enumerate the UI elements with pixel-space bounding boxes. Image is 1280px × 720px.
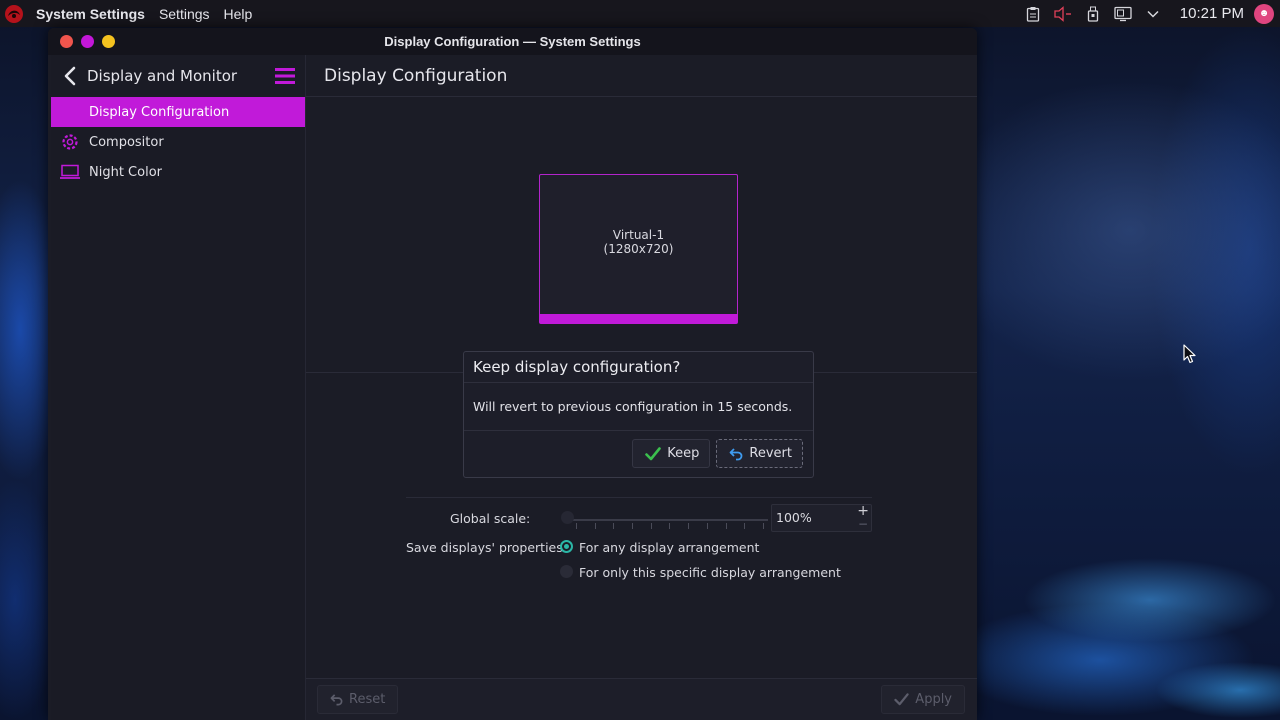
sidebar-item-night-color[interactable]: Night Color bbox=[51, 157, 305, 187]
sidebar-item-display-configuration[interactable]: Display Configuration bbox=[51, 97, 305, 127]
menu-help[interactable]: Help bbox=[224, 6, 253, 22]
global-scale-spinbox[interactable]: 100% + − bbox=[771, 504, 872, 532]
display-icon bbox=[51, 105, 89, 119]
radio-specific-arrangement[interactable] bbox=[560, 565, 573, 578]
apply-button[interactable]: Apply bbox=[881, 685, 965, 714]
display-arrangement-area: Virtual-1 (1280x720) bbox=[306, 97, 977, 373]
global-scale-slider-handle[interactable] bbox=[561, 511, 574, 524]
dialog-title: Keep display configuration? bbox=[464, 352, 813, 383]
main-panel: Display Configuration Virtual-1 (1280x72… bbox=[306, 55, 977, 720]
plus-icon[interactable]: + bbox=[857, 504, 869, 518]
user-avatar-icon[interactable]: ☻ bbox=[1254, 3, 1274, 24]
sidebar-item-compositor[interactable]: Compositor bbox=[51, 127, 305, 157]
keep-button[interactable]: Keep bbox=[632, 439, 711, 468]
sidebar-header: Display and Monitor bbox=[51, 55, 305, 97]
sidebar-item-label: Display Configuration bbox=[89, 104, 230, 120]
save-properties-label: Save displays' properties: bbox=[406, 540, 567, 555]
radio-any-arrangement-label[interactable]: For any display arrangement bbox=[579, 540, 759, 555]
global-scale-value: 100% bbox=[776, 510, 812, 525]
usb-drive-icon[interactable] bbox=[1078, 0, 1108, 27]
radio-specific-arrangement-label[interactable]: For only this specific display arrangeme… bbox=[579, 565, 841, 580]
monitor-virtual-1[interactable]: Virtual-1 (1280x720) bbox=[539, 174, 738, 324]
checkmark-icon bbox=[645, 446, 662, 460]
window-title: Display Configuration — System Settings bbox=[384, 34, 641, 49]
apply-label: Apply bbox=[915, 692, 952, 707]
gear-icon bbox=[51, 132, 89, 152]
dialog-buttons: Keep Revert bbox=[626, 439, 803, 468]
network-icon[interactable] bbox=[1108, 0, 1138, 27]
global-scale-slider-track[interactable] bbox=[572, 519, 768, 521]
sidebar-item-label: Compositor bbox=[89, 134, 164, 150]
monitor-name: Virtual-1 bbox=[612, 228, 665, 242]
mouse-cursor-icon bbox=[1183, 344, 1196, 364]
page-title: Display Configuration bbox=[306, 55, 977, 97]
reset-label: Reset bbox=[349, 692, 386, 707]
minus-icon[interactable]: − bbox=[858, 517, 868, 531]
back-arrow-icon[interactable] bbox=[55, 55, 85, 97]
app-logo-icon[interactable] bbox=[3, 3, 25, 25]
monitor-primary-bar bbox=[539, 314, 738, 324]
revert-label: Revert bbox=[749, 446, 792, 461]
footer-bar: Reset Apply bbox=[306, 678, 977, 720]
slider-ticks bbox=[576, 523, 764, 531]
top-panel: System Settings Settings Help 10:21 PM ☻ bbox=[0, 0, 1280, 27]
menu-system-settings[interactable]: System Settings bbox=[36, 6, 145, 22]
keep-label: Keep bbox=[667, 446, 700, 461]
dialog-message: Will revert to previous configuration in… bbox=[464, 383, 813, 431]
system-tray: 10:21 PM ☻ bbox=[1018, 0, 1280, 27]
keep-config-dialog: Keep display configuration? Will revert … bbox=[463, 351, 814, 478]
monitor-resolution: (1280x720) bbox=[603, 242, 674, 256]
volume-muted-icon[interactable] bbox=[1048, 0, 1078, 27]
undo-icon bbox=[730, 447, 743, 460]
undo-icon bbox=[330, 694, 343, 706]
clipboard-icon[interactable] bbox=[1018, 0, 1048, 27]
menu-settings[interactable]: Settings bbox=[159, 6, 210, 22]
display-settings-form: Global scale: 100% + − Save displays' pr… bbox=[406, 497, 872, 587]
sidebar-title: Display and Monitor bbox=[87, 67, 238, 85]
revert-button[interactable]: Revert bbox=[716, 439, 803, 468]
checkmark-icon bbox=[894, 693, 909, 706]
laptop-icon bbox=[51, 164, 89, 180]
clock[interactable]: 10:21 PM bbox=[1180, 5, 1244, 22]
hamburger-menu-icon[interactable] bbox=[275, 67, 295, 85]
sidebar: Display and Monitor Display Configuratio… bbox=[51, 55, 306, 720]
chevron-down-icon[interactable] bbox=[1138, 0, 1168, 27]
global-scale-label: Global scale: bbox=[450, 511, 531, 526]
sidebar-item-label: Night Color bbox=[89, 164, 162, 180]
titlebar[interactable]: Display Configuration — System Settings bbox=[48, 28, 977, 55]
radio-any-arrangement[interactable] bbox=[560, 540, 573, 553]
reset-button[interactable]: Reset bbox=[317, 685, 399, 714]
system-settings-window: Display Configuration — System Settings … bbox=[48, 28, 977, 720]
